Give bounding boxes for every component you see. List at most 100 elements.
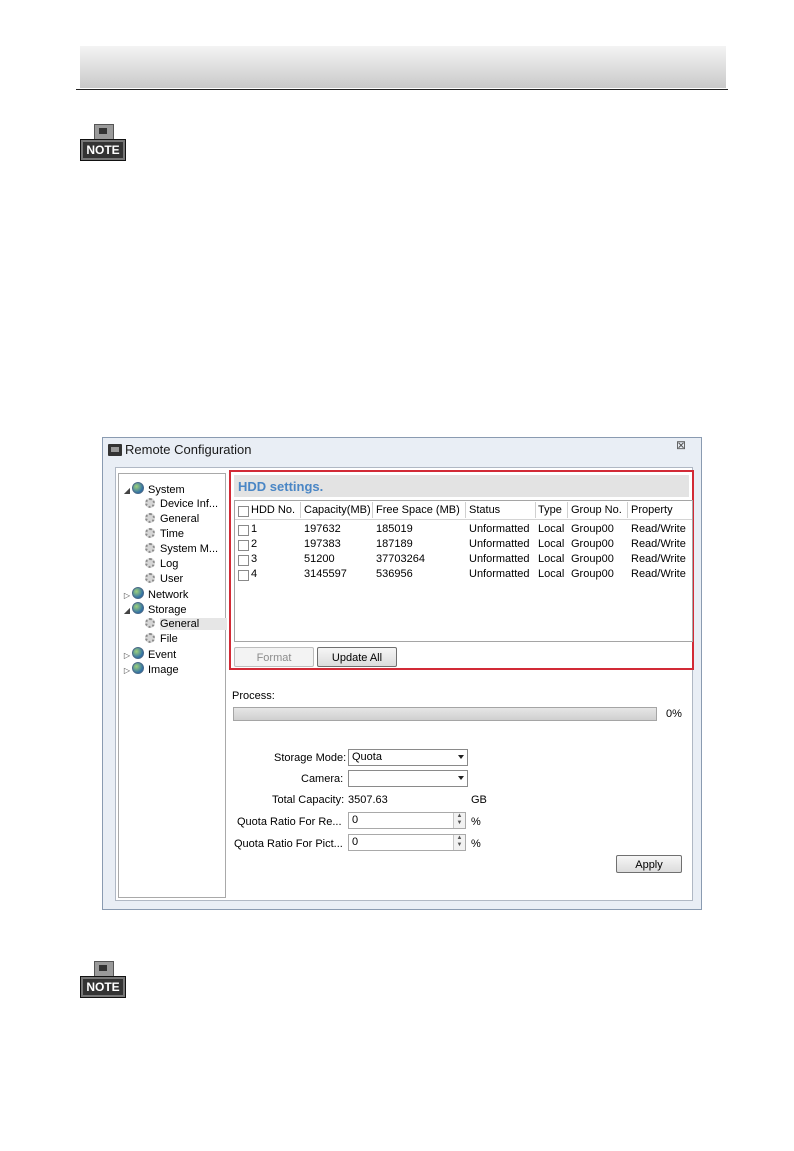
quota-record-spinbox[interactable]: 0 ▲ ▼ bbox=[348, 812, 466, 829]
collapsed-arrow-icon[interactable]: ▷ bbox=[122, 663, 132, 678]
tree-item-label: System M... bbox=[160, 543, 219, 555]
column-separator bbox=[627, 502, 628, 518]
tree-item-label: User bbox=[160, 573, 184, 585]
hdd-cell-group: Group00 bbox=[571, 553, 614, 565]
close-icon[interactable]: ⊠ bbox=[673, 438, 689, 452]
hdd-table: HDD No. Capacity(MB) Free Space (MB) Sta… bbox=[234, 500, 693, 642]
hdd-cell-capacity: 197632 bbox=[304, 523, 341, 535]
quota-picture-value: 0 bbox=[352, 836, 359, 848]
tree-item-event[interactable]: ▷ Event bbox=[122, 647, 176, 662]
gear-icon bbox=[145, 528, 155, 538]
column-header-capacity[interactable]: Capacity(MB) bbox=[304, 503, 371, 518]
gear-icon bbox=[145, 618, 155, 628]
column-separator bbox=[372, 502, 373, 518]
total-capacity-label: Total Capacity: bbox=[272, 794, 345, 806]
tree-item-device-inf[interactable]: Device Inf... bbox=[145, 497, 218, 512]
gear-icon bbox=[145, 633, 155, 643]
tree-item-label: File bbox=[160, 633, 178, 645]
gear-icon bbox=[145, 573, 155, 583]
gear-icon bbox=[145, 543, 155, 553]
hdd-cell-type: Local bbox=[538, 568, 565, 580]
hdd-cell-capacity: 3145597 bbox=[304, 568, 347, 580]
progress-percent: 0% bbox=[666, 708, 682, 720]
storage-mode-dropdown[interactable]: Quota bbox=[348, 749, 468, 766]
camera-dropdown[interactable] bbox=[348, 770, 468, 787]
hdd-cell-group: Group00 bbox=[571, 538, 614, 550]
config-tree: ◢ System Device Inf... General Time System M.… bbox=[118, 473, 228, 898]
hdd-cell-type: Local bbox=[538, 553, 565, 565]
header-divider bbox=[235, 519, 692, 520]
tree-item-system-m[interactable]: System M... bbox=[145, 542, 218, 557]
tree-item-log[interactable]: Log bbox=[145, 557, 178, 572]
app-icon bbox=[108, 444, 122, 456]
tree-item-label: General bbox=[160, 513, 200, 525]
hdd-row-checkbox[interactable] bbox=[238, 570, 249, 581]
column-header-property[interactable]: Property bbox=[631, 503, 673, 518]
tree-item-label: Time bbox=[160, 528, 185, 540]
note-icon: NOTE bbox=[80, 961, 126, 999]
hdd-cell-status: Unformatted bbox=[469, 538, 530, 550]
tree-item-time[interactable]: Time bbox=[145, 527, 184, 542]
hdd-row-checkbox[interactable] bbox=[238, 540, 249, 551]
tree-item-label: Event bbox=[148, 649, 177, 661]
note-icon: NOTE bbox=[80, 124, 126, 162]
hdd-cell-no: 1 bbox=[251, 523, 258, 535]
tree-item-label: Log bbox=[160, 558, 179, 570]
expanded-arrow-icon[interactable]: ◢ bbox=[122, 603, 132, 618]
hdd-cell-free: 37703264 bbox=[376, 553, 425, 565]
page-header-bar bbox=[80, 46, 726, 88]
hdd-title-bar: HDD settings. bbox=[234, 475, 689, 497]
select-all-checkbox[interactable] bbox=[238, 506, 249, 517]
hdd-settings-title: HDD settings. bbox=[238, 479, 324, 494]
spin-arrows-icon[interactable]: ▲ ▼ bbox=[453, 813, 465, 828]
gear-icon bbox=[145, 498, 155, 508]
hdd-cell-group: Group00 bbox=[571, 568, 614, 580]
column-header-type[interactable]: Type bbox=[538, 503, 562, 518]
tree-item-label: Storage bbox=[148, 604, 187, 616]
tree-item-label: System bbox=[148, 484, 185, 496]
column-header-status[interactable]: Status bbox=[469, 503, 500, 518]
quota-picture-spinbox[interactable]: 0 ▲ ▼ bbox=[348, 834, 466, 851]
hdd-cell-type: Local bbox=[538, 523, 565, 535]
tree-item-network[interactable]: ▷ Network bbox=[122, 587, 188, 602]
globe-icon bbox=[132, 587, 144, 599]
update-all-button[interactable]: Update All bbox=[317, 647, 397, 667]
column-header-hdd-no[interactable]: HDD No. bbox=[251, 503, 295, 518]
tree-item-image[interactable]: ▷ Image bbox=[122, 662, 179, 677]
window-titlebar[interactable]: Remote Configuration ⊠ bbox=[103, 438, 701, 462]
column-separator bbox=[535, 502, 536, 518]
tree-item-system[interactable]: ◢ System bbox=[122, 482, 185, 497]
expanded-arrow-icon[interactable]: ◢ bbox=[122, 483, 132, 498]
total-capacity-unit: GB bbox=[471, 794, 487, 806]
tree-item-storage[interactable]: ◢ Storage bbox=[122, 602, 187, 617]
column-header-group-no[interactable]: Group No. bbox=[571, 503, 622, 518]
hdd-row-checkbox[interactable] bbox=[238, 525, 249, 536]
hdd-row-checkbox[interactable] bbox=[238, 555, 249, 566]
quota-picture-label: Quota Ratio For Pict... bbox=[234, 838, 343, 850]
column-header-free-space[interactable]: Free Space (MB) bbox=[376, 503, 460, 518]
window-client-area: ◢ System Device Inf... General Time System M.… bbox=[115, 467, 694, 901]
collapsed-arrow-icon[interactable]: ▷ bbox=[122, 648, 132, 663]
chevron-down-icon bbox=[458, 755, 464, 759]
hdd-cell-no: 3 bbox=[251, 553, 258, 565]
quota-picture-unit: % bbox=[471, 838, 481, 850]
tree-item-general[interactable]: General bbox=[145, 512, 199, 527]
tree-item-user[interactable]: User bbox=[145, 572, 183, 587]
tree-item-file[interactable]: File bbox=[145, 632, 178, 647]
note-picture-icon bbox=[94, 961, 114, 977]
window-title: Remote Configuration bbox=[125, 442, 252, 457]
note-picture-icon bbox=[94, 124, 114, 140]
hdd-cell-status: Unformatted bbox=[469, 523, 530, 535]
total-capacity-value: 3507.63 bbox=[348, 794, 388, 806]
tree-item-label: Network bbox=[148, 589, 189, 601]
tree-item-general[interactable]: General bbox=[145, 617, 228, 632]
apply-button[interactable]: Apply bbox=[616, 855, 682, 873]
hdd-cell-type: Local bbox=[538, 538, 565, 550]
quota-record-value: 0 bbox=[352, 814, 359, 826]
hdd-settings-section: HDD settings. HDD No. Capacity(MB) Free … bbox=[229, 470, 694, 670]
hdd-cell-free: 187189 bbox=[376, 538, 413, 550]
spin-arrows-icon[interactable]: ▲ ▼ bbox=[453, 835, 465, 850]
collapsed-arrow-icon[interactable]: ▷ bbox=[122, 588, 132, 603]
globe-icon bbox=[132, 602, 144, 614]
format-button[interactable]: Format bbox=[234, 647, 314, 667]
